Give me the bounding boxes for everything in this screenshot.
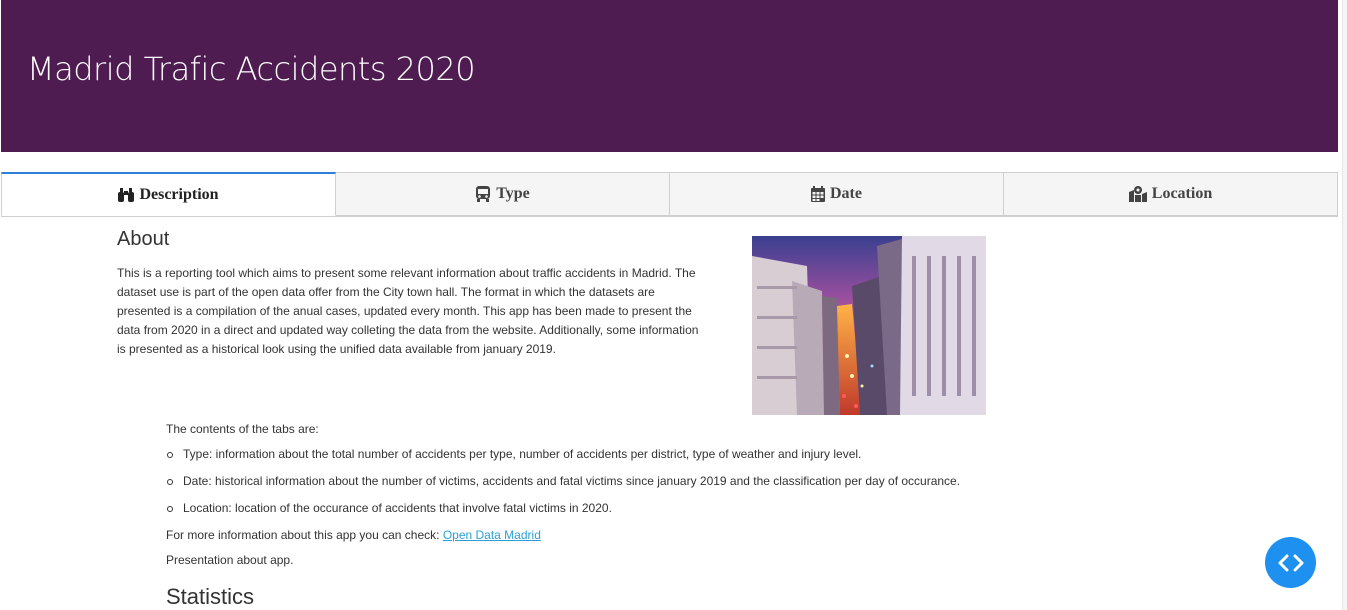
contents-intro: The contents of the tabs are:	[166, 422, 319, 436]
presentation-text: Presentation about app.	[166, 553, 294, 567]
about-heading: About	[117, 228, 170, 250]
app-title: Madrid Trafic Accidents 2020	[27, 50, 476, 88]
madrid-gran-via-photo	[752, 236, 986, 415]
tab-label: Description	[139, 185, 219, 203]
tab-type[interactable]: Type	[336, 172, 670, 216]
more-info-line: For more information about this app you …	[166, 528, 541, 542]
app-header: Madrid Trafic Accidents 2020	[1, 0, 1338, 152]
calendar-icon	[811, 186, 825, 202]
binoculars-icon	[118, 187, 135, 202]
tab-location[interactable]: Location	[1004, 172, 1338, 216]
scrollbar[interactable]	[1342, 0, 1347, 610]
list-item: Type: information about the total number…	[166, 441, 960, 468]
tab-label: Type	[496, 185, 530, 202]
about-paragraph: This is a reporting tool which aims to p…	[117, 266, 699, 356]
tab-label: Date	[830, 185, 862, 202]
tab-bar: Description Type Date Location	[1, 172, 1338, 217]
tab-description[interactable]: Description	[1, 172, 336, 216]
code-toggle-button[interactable]	[1265, 537, 1316, 588]
statistics-heading: Statistics	[166, 584, 255, 609]
list-item: Date: historical information about the n…	[166, 468, 960, 495]
open-data-madrid-link[interactable]: Open Data Madrid	[443, 528, 541, 542]
map-marked-icon	[1128, 186, 1147, 202]
bus-icon	[476, 186, 491, 202]
code-icon	[1278, 554, 1303, 571]
tab-label: Location	[1151, 185, 1213, 202]
contents-list: Type: information about the total number…	[166, 441, 960, 522]
list-item: Location: location of the occurance of a…	[166, 495, 960, 522]
more-info-text: For more information about this app you …	[166, 528, 443, 542]
tab-date[interactable]: Date	[670, 172, 1004, 216]
